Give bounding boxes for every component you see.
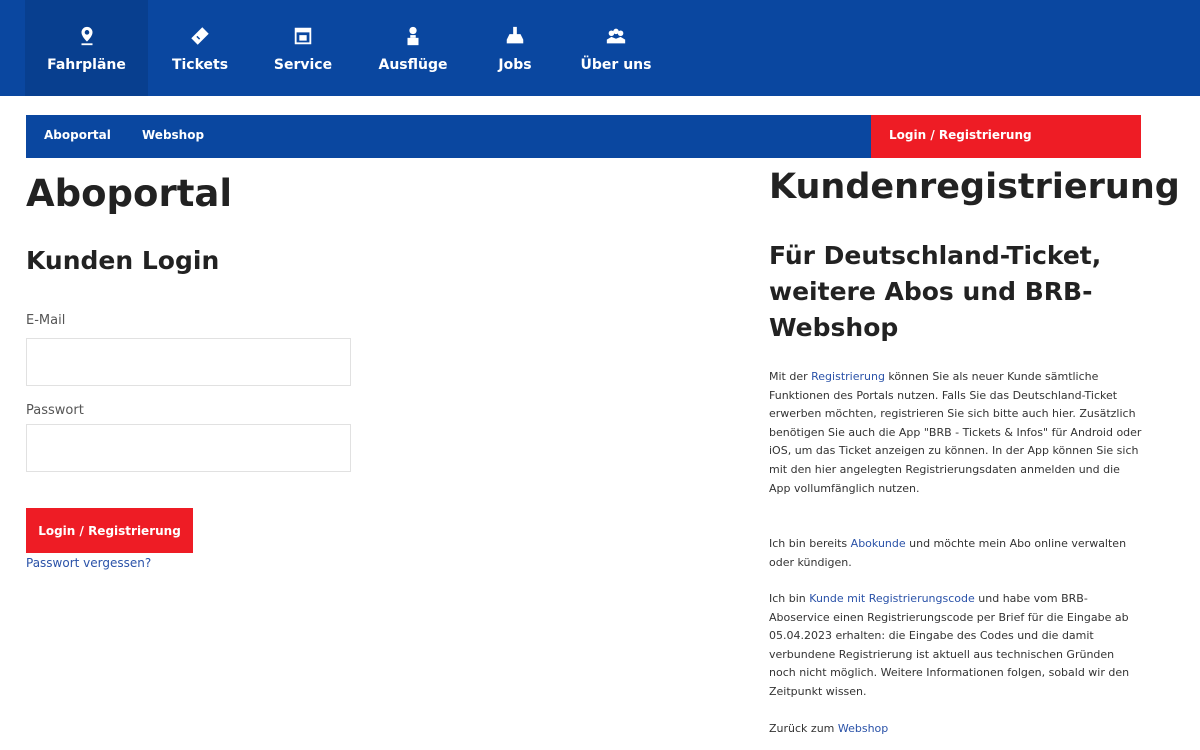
subnav-aboportal-link[interactable]: Aboportal xyxy=(44,128,111,142)
group-icon xyxy=(603,23,629,49)
nav-item-label: Tickets xyxy=(171,57,229,73)
nav-item-label: Fahrpläne xyxy=(47,57,126,73)
password-field[interactable] xyxy=(27,425,350,471)
paragraph-text: können Sie als neuer Kunde sämtliche Fun… xyxy=(769,370,1142,495)
nav-item-ausfluege[interactable]: Ausflüge xyxy=(370,0,456,96)
subnav-login-button[interactable]: Login / Registrierung xyxy=(871,115,1141,158)
top-navigation: Fahrpläne Tickets Service Ausflüge Jobs … xyxy=(0,0,1200,96)
abokunde-paragraph: Ich bin bereits Abokunde und möchte mein… xyxy=(769,535,1144,572)
nav-item-jobs[interactable]: Jobs xyxy=(484,0,546,96)
nav-item-service[interactable]: Service xyxy=(263,0,343,96)
abokunde-link[interactable]: Abokunde xyxy=(851,537,906,550)
nav-item-tickets[interactable]: Tickets xyxy=(160,0,240,96)
email-label: E-Mail xyxy=(26,313,66,328)
registration-subtitle: Für Deutschland-Ticket, weitere Abos und… xyxy=(769,241,1102,342)
nav-item-label: Über uns xyxy=(580,57,652,73)
page-title: Aboportal xyxy=(26,172,233,215)
registration-title: Kundenregistrierung xyxy=(769,167,1180,207)
sub-navigation: Aboportal Webshop xyxy=(26,115,871,158)
forgot-password-link[interactable]: Passwort vergessen? xyxy=(26,556,151,570)
nav-item-fahrplaene[interactable]: Fahrpläne xyxy=(25,0,148,96)
paragraph-text: Zurück zum xyxy=(769,722,838,735)
registrierung-link[interactable]: Registrierung xyxy=(811,370,885,383)
email-field-wrapper xyxy=(26,338,351,386)
paragraph-text: Ich bin bereits xyxy=(769,537,851,550)
password-label: Passwort xyxy=(26,403,84,418)
service-icon xyxy=(290,23,316,49)
password-field-wrapper xyxy=(26,424,351,472)
person-icon xyxy=(400,23,426,49)
nav-item-label: Service xyxy=(273,57,333,73)
paragraph-text: Mit der xyxy=(769,370,812,383)
registration-code-paragraph: Ich bin Kunde mit Registrierungscode und… xyxy=(769,590,1144,702)
paragraph-text: Ich bin xyxy=(769,592,810,605)
login-button[interactable]: Login / Registrierung xyxy=(26,508,193,553)
nav-item-label: Jobs xyxy=(498,57,532,73)
nav-item-ueber-uns[interactable]: Über uns xyxy=(578,0,654,96)
registration-code-link[interactable]: Kunde mit Registrierungscode xyxy=(809,592,975,605)
login-heading: Kunden Login xyxy=(26,246,220,275)
webshop-link[interactable]: Webshop xyxy=(838,722,888,735)
webshop-paragraph: Zurück zum Webshop xyxy=(769,720,1144,739)
paragraph-text: und habe vom BRB-Aboservice einen Regist… xyxy=(769,592,1130,698)
email-field[interactable] xyxy=(27,339,350,385)
subnav-webshop-link[interactable]: Webshop xyxy=(142,128,204,142)
jobs-icon xyxy=(502,23,528,49)
ticket-icon xyxy=(187,23,213,49)
registration-paragraph: Mit der Registrierung können Sie als neu… xyxy=(769,368,1144,498)
nav-item-label: Ausflüge xyxy=(378,57,448,73)
map-pin-icon xyxy=(74,23,100,49)
